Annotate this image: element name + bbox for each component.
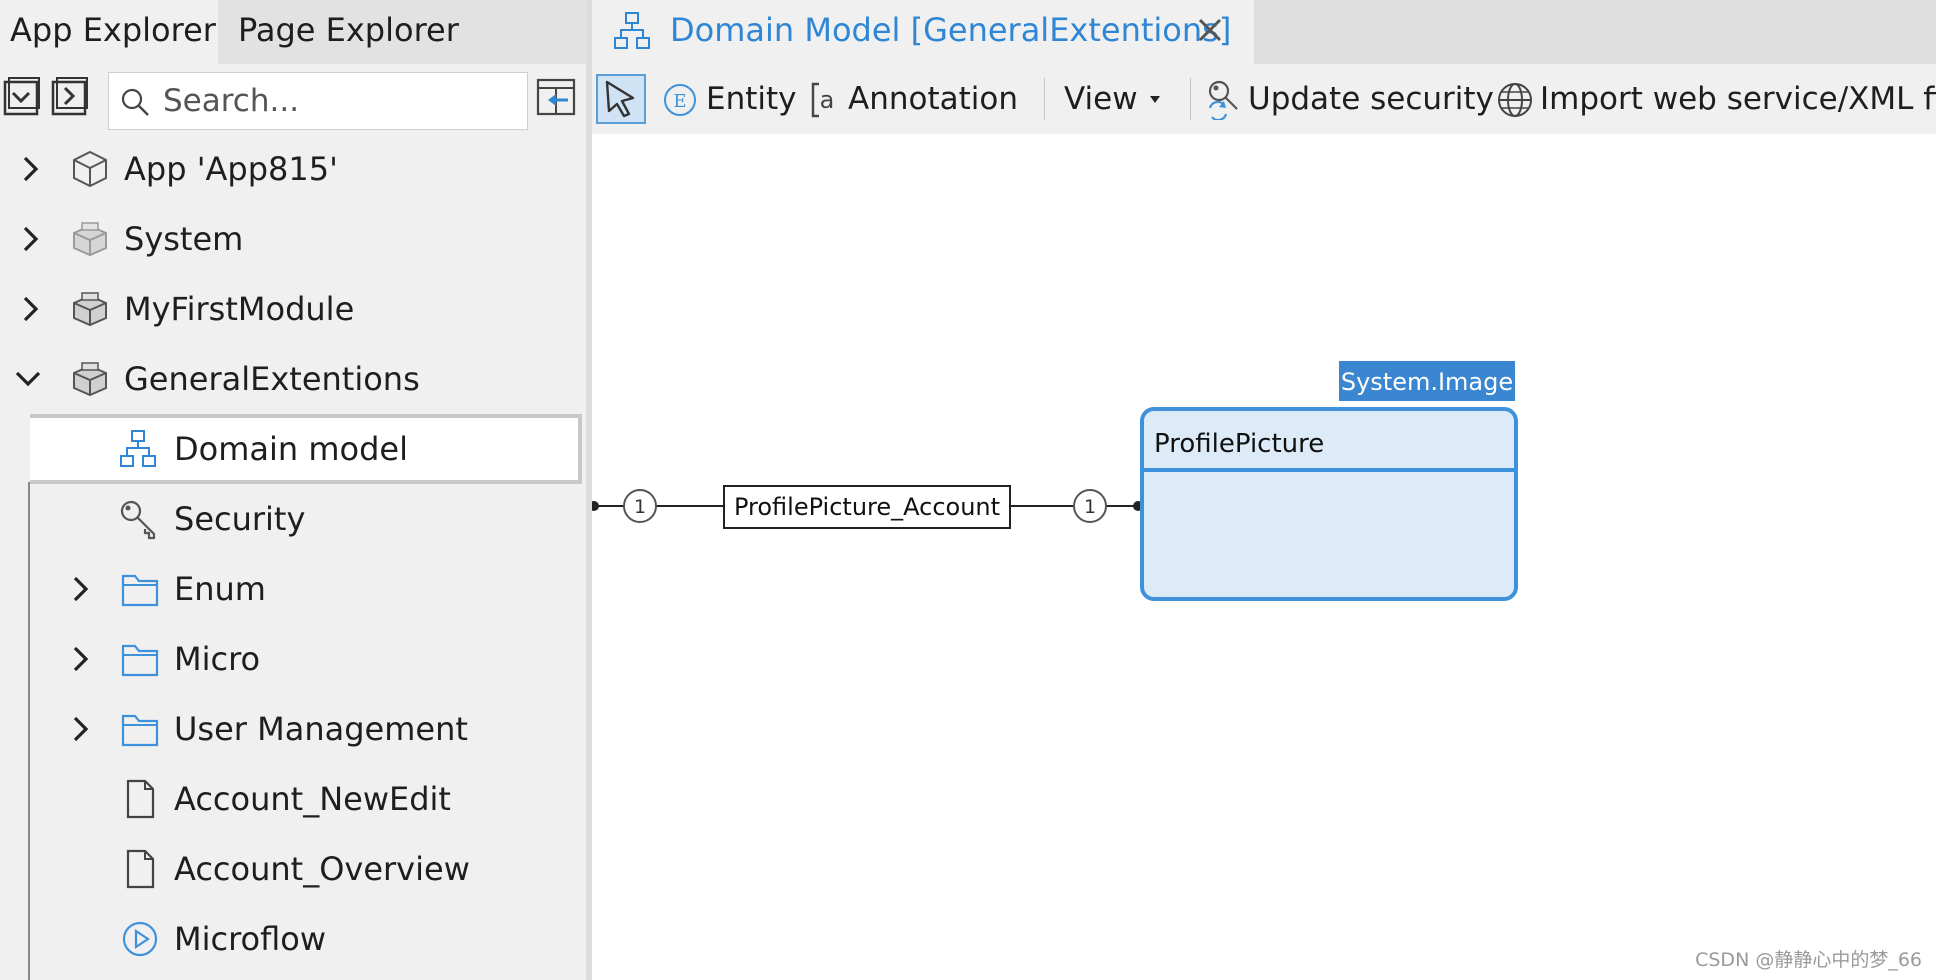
update-security-label: Update security xyxy=(1248,81,1494,117)
annotation-label: Annotation xyxy=(848,81,1019,117)
tree-item-label: GeneralExtentions xyxy=(124,360,420,398)
search-field[interactable] xyxy=(108,72,528,130)
tree-item-generalextentions[interactable]: GeneralExtentions xyxy=(0,344,586,414)
svg-text:1: 1 xyxy=(1084,496,1096,518)
expand-all-button[interactable] xyxy=(50,76,90,118)
chevron-right-icon[interactable] xyxy=(66,569,94,609)
association-name-label[interactable]: ProfilePicture_Account xyxy=(723,485,1011,529)
domain-model-icon xyxy=(120,430,156,467)
collapse-all-icon xyxy=(3,77,40,116)
folder-icon xyxy=(121,574,159,607)
folder-icon xyxy=(121,714,159,747)
tree-item-microflow[interactable]: Microflow xyxy=(0,904,586,974)
svg-text:1: 1 xyxy=(634,496,646,518)
tree-item-label: Account_Overview xyxy=(174,850,470,888)
tree-item-myfirstmodule[interactable]: MyFirstModule xyxy=(0,274,586,344)
dropdown-arrow-icon xyxy=(1150,96,1160,103)
key-refresh-icon xyxy=(1208,80,1238,120)
tree-item-label: User Management xyxy=(174,710,468,748)
close-icon[interactable] xyxy=(1194,14,1226,46)
tree-item-account-newedit[interactable]: Account_NewEdit xyxy=(0,764,586,834)
right-multiplicity: 1 xyxy=(1073,489,1107,523)
tree-item-user-management[interactable]: User Management xyxy=(0,694,586,764)
tab-app-explorer[interactable]: App Explorer xyxy=(0,0,218,64)
tree-item-label: Security xyxy=(174,500,306,538)
tree-item-label: App 'App815' xyxy=(124,150,338,188)
tree-item-label: Account_NewEdit xyxy=(174,780,451,818)
svg-text:a: a xyxy=(820,86,835,114)
import-label: Import web service/XML file xyxy=(1540,81,1936,117)
page-icon xyxy=(126,849,155,889)
svg-text:E: E xyxy=(673,91,686,112)
tab-page-explorer[interactable]: Page Explorer xyxy=(218,0,586,64)
globe-icon xyxy=(1498,83,1532,117)
tree-item-label: Domain model xyxy=(174,430,408,468)
explorer-tab-strip: App Explorer Page Explorer xyxy=(0,0,586,64)
tab-domain-model[interactable]: Domain Model [GeneralExtentions] xyxy=(592,0,1254,64)
microflow-icon xyxy=(122,921,158,957)
domain-model-icon xyxy=(614,12,650,49)
tree-item-domain-model[interactable]: Domain model xyxy=(30,414,582,484)
document-tab-strip: Domain Model [GeneralExtentions] xyxy=(592,0,1936,64)
search-icon xyxy=(121,88,149,116)
tree-item-label: Microflow xyxy=(174,920,327,958)
tree-item-security[interactable]: Security xyxy=(0,484,586,554)
folder-icon xyxy=(121,644,159,677)
project-tree: App 'App815' System MyFirstModule Genera… xyxy=(0,134,586,980)
tree-item-system[interactable]: System xyxy=(0,204,586,274)
diagram-toolbar: E Entity a Annotation View Update securi… xyxy=(592,64,1936,134)
entity-name: ProfilePicture xyxy=(1154,429,1324,459)
chevron-right-icon[interactable] xyxy=(16,149,44,189)
diagram-canvas[interactable]: 1 1 ProfilePicture_Account System.Image … xyxy=(592,134,1936,980)
module-icon xyxy=(73,362,107,397)
chevron-right-icon[interactable] xyxy=(16,289,44,329)
chevron-right-icon[interactable] xyxy=(66,639,94,679)
watermark: CSDN @静静心中的梦_66 xyxy=(1695,949,1922,971)
toolbar-separator xyxy=(1190,78,1191,120)
tree-item-micro[interactable]: Micro xyxy=(0,624,586,694)
tree-item-app[interactable]: App 'App815' xyxy=(0,134,586,204)
entity-label: Entity xyxy=(706,81,797,117)
sync-document-icon xyxy=(536,78,576,116)
sync-document-button[interactable] xyxy=(536,76,576,118)
search-input[interactable] xyxy=(163,78,523,124)
annotation-icon: a xyxy=(811,82,835,118)
cube-outline-icon xyxy=(73,150,107,188)
tree-item-label: MyFirstModule xyxy=(124,290,355,328)
toolbar-separator xyxy=(1044,78,1045,120)
svg-text:ProfilePicture_Account: ProfilePicture_Account xyxy=(734,493,1000,521)
entity-icon: E xyxy=(664,84,696,116)
view-label: View xyxy=(1064,81,1138,117)
expand-all-icon xyxy=(51,77,88,116)
key-icon xyxy=(120,500,156,540)
tree-item-enum[interactable]: Enum xyxy=(0,554,586,624)
domain-model-editor: Domain Model [GeneralExtentions] E Entit… xyxy=(592,0,1936,980)
entity-profilepicture[interactable]: ProfilePicture xyxy=(1140,407,1518,601)
generalization-badge: System.Image xyxy=(1339,361,1515,401)
domain-model-diagram: 1 1 ProfilePicture_Account System.Image … xyxy=(592,361,1518,601)
tree-item-label: Enum xyxy=(174,570,266,608)
page-icon xyxy=(126,779,155,819)
explorer-toolbar xyxy=(0,64,586,134)
app-explorer-pane: App Explorer Page Explorer Search... App… xyxy=(0,0,586,980)
module-icon xyxy=(73,292,107,327)
tree-item-label: System xyxy=(124,220,244,258)
collapse-all-button[interactable] xyxy=(2,76,42,118)
module-gray-icon xyxy=(73,222,107,257)
tree-item-account-overview[interactable]: Account_Overview xyxy=(0,834,586,904)
chevron-down-icon[interactable] xyxy=(14,359,42,399)
chevron-right-icon[interactable] xyxy=(16,219,44,259)
view-dropdown[interactable]: View xyxy=(1064,64,1160,134)
cursor-arrow-icon xyxy=(605,80,635,118)
chevron-right-icon[interactable] xyxy=(66,709,94,749)
select-tool-button[interactable] xyxy=(596,74,646,124)
tree-item-label: Micro xyxy=(174,640,261,678)
svg-text:System.Image: System.Image xyxy=(1341,368,1513,396)
tab-title: Domain Model [GeneralExtentions] xyxy=(670,11,1232,49)
left-multiplicity: 1 xyxy=(623,489,657,523)
association-end-dot xyxy=(592,501,599,511)
